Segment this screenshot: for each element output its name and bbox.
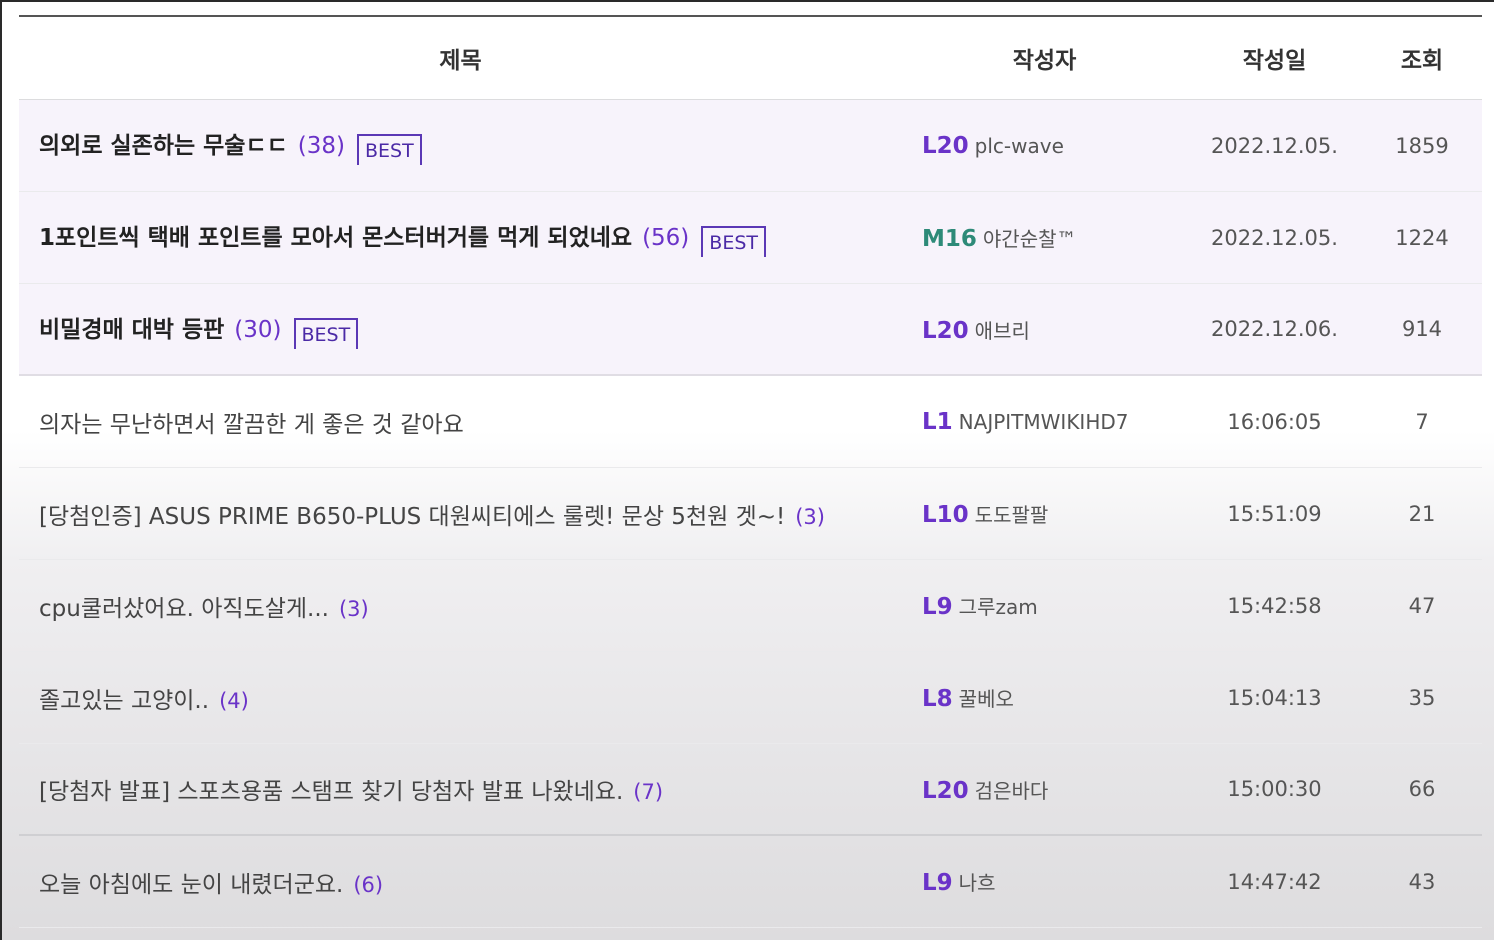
author-level-badge: L1 (922, 408, 953, 435)
author-level-badge: L9 (922, 870, 953, 896)
post-date: 15:42:58 (1227, 593, 1322, 618)
post-title-link[interactable]: 1포인트씩 택배 포인트를 모아서 몬스터버거를 먹게 되었네요 (39, 225, 632, 251)
author-name[interactable]: 검은바다 (975, 779, 1049, 803)
post-title-link[interactable]: [당첨인증] ASUS PRIME B650-PLUS 대원씨티에스 룰렛! 문… (39, 504, 785, 530)
author-name[interactable]: plc-wave (975, 134, 1064, 158)
author-name[interactable]: 나흐 (959, 871, 996, 895)
post-date: 2022.12.05. (1211, 133, 1338, 158)
comment-count[interactable]: (3) (339, 597, 369, 621)
view-count: 43 (1408, 869, 1436, 894)
comment-count[interactable]: (6) (353, 873, 383, 897)
table-row[interactable]: 1포인트씩 택배 포인트를 모아서 몬스터버거를 먹게 되었네요 (56) BEST… (19, 192, 1482, 284)
table-header: 제목 작성자 작성일 조회 (19, 17, 1482, 100)
comment-count[interactable]: (7) (633, 780, 663, 804)
post-title-link[interactable]: 의자는 무난하면서 깔끔한 게 좋은 것 같아요 (39, 412, 464, 438)
header-date[interactable]: 작성일 (1187, 41, 1362, 75)
table-row[interactable]: 비밀경매 대박 등판 (30) BEST L20 애브리 2022.12.06. 91… (19, 284, 1482, 376)
author-name[interactable]: 꿀베오 (959, 687, 1014, 711)
header-author[interactable]: 작성자 (902, 41, 1187, 75)
table-row[interactable]: cpu쿨러샀어요. 아직도살게... (3) L9 그루zam 15:42:58 4… (19, 560, 1482, 652)
comment-count[interactable]: (38) (298, 133, 345, 159)
post-title-link[interactable]: 의외로 실존하는 무술ㄷㄷ (39, 133, 288, 159)
post-title-link[interactable]: cpu쿨러샀어요. 아직도살게... (39, 596, 329, 622)
post-title-link[interactable]: [당첨자 발표] 스포츠용품 스탬프 찾기 당첨자 발표 나왔네요. (39, 779, 623, 805)
post-title-link[interactable]: 오늘 아침에도 눈이 내렸더군요. (39, 872, 343, 898)
post-date: 15:51:09 (1227, 501, 1322, 526)
post-date: 16:06:05 (1227, 409, 1322, 434)
table-row[interactable]: 졸고있는 고양이.. (4) L8 꿀베오 15:04:13 35 (19, 652, 1482, 744)
author-level-badge: L20 (922, 317, 969, 344)
view-count: 21 (1408, 501, 1436, 526)
post-date: 2022.12.05. (1211, 225, 1338, 250)
view-count: 914 (1401, 317, 1443, 341)
post-list-table: 제목 작성자 작성일 조회 의외로 실존하는 무술ㄷㄷ (38) BEST L20 p… (19, 15, 1482, 928)
comment-count[interactable]: (3) (795, 505, 825, 529)
author-name[interactable]: 그루zam (959, 595, 1038, 619)
author-name[interactable]: 야간순찰™ (983, 227, 1077, 251)
view-count: 47 (1408, 593, 1436, 618)
author-name[interactable]: 도도팔팔 (975, 503, 1049, 527)
post-title-link[interactable]: 비밀경매 대박 등판 (39, 317, 224, 343)
table-row[interactable]: [당첨인증] ASUS PRIME B650-PLUS 대원씨티에스 룰렛! 문… (19, 468, 1482, 560)
comment-count[interactable]: (4) (219, 689, 249, 713)
view-count: 1224 (1395, 225, 1449, 250)
best-badge: BEST (701, 226, 766, 257)
table-row[interactable]: 의외로 실존하는 무술ㄷㄷ (38) BEST L20 plc-wave 2022.1… (19, 100, 1482, 192)
author-name[interactable]: 애브리 (975, 319, 1030, 343)
post-date: 14:47:42 (1227, 869, 1322, 894)
author-level-badge: L10 (922, 502, 969, 528)
post-date: 2022.12.06. (1211, 317, 1338, 341)
view-count: 7 (1415, 409, 1429, 434)
author-level-badge: L9 (922, 594, 953, 620)
post-date: 15:00:30 (1227, 777, 1322, 801)
comment-count[interactable]: (30) (234, 317, 281, 343)
table-row[interactable]: 의자는 무난하면서 깔끔한 게 좋은 것 같아요 L1 NAJPITMWIKIHD… (19, 376, 1482, 468)
post-title-link[interactable]: 졸고있는 고양이.. (39, 688, 209, 714)
table-row[interactable]: [당첨자 발표] 스포츠용품 스탬프 찾기 당첨자 발표 나왔네요. (7) L2… (19, 744, 1482, 836)
author-level-badge: M16 (922, 226, 977, 252)
author-level-badge: L20 (922, 777, 969, 804)
header-title[interactable]: 제목 (19, 41, 902, 75)
table-row[interactable]: 오늘 아침에도 눈이 내렸더군요. (6) L9 나흐 14:47:42 43 (19, 836, 1482, 928)
header-views[interactable]: 조회 (1362, 41, 1482, 75)
author-level-badge: L8 (922, 686, 953, 712)
author-name[interactable]: NAJPITMWIKIHD7 (959, 410, 1129, 434)
post-date: 15:04:13 (1227, 685, 1322, 710)
author-level-badge: L20 (922, 132, 969, 159)
view-count: 1859 (1395, 133, 1449, 158)
view-count: 66 (1408, 777, 1436, 801)
best-badge: BEST (357, 134, 422, 165)
comment-count[interactable]: (56) (642, 225, 689, 251)
best-badge: BEST (293, 317, 359, 349)
view-count: 35 (1408, 685, 1436, 710)
